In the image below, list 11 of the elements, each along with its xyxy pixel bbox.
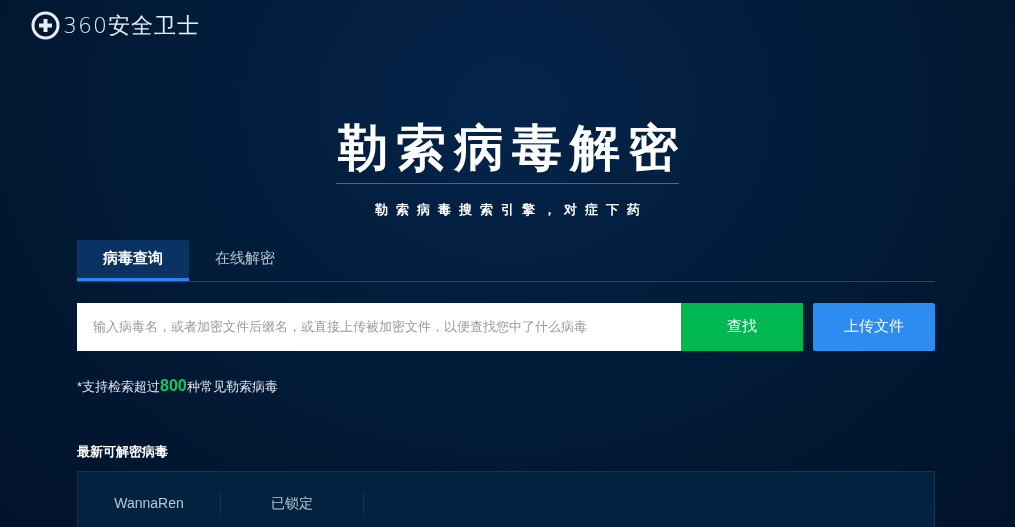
page-subtitle: 勒索病毒搜索引擎，对症下药: [374, 201, 648, 219]
search-note: *支持检索超过800种常见勒索病毒: [77, 375, 279, 396]
table-cell-text: WannaRen: [114, 493, 184, 513]
table-cell-text: 已锁定: [271, 493, 313, 513]
tab[interactable]: 病毒查询: [77, 239, 189, 281]
tab[interactable]: 在线解密: [189, 239, 301, 281]
logo-text: 360安全卫士: [63, 12, 200, 40]
search-field[interactable]: 输入病毒名，或者加密文件后缀名，或直接上传被加密文件，以便查找您中了什么病毒: [77, 302, 681, 351]
logo-icon: [31, 11, 60, 40]
page-title: 勒索病毒解密: [336, 119, 686, 178]
section-heading: 最新可解密病毒: [77, 442, 169, 461]
